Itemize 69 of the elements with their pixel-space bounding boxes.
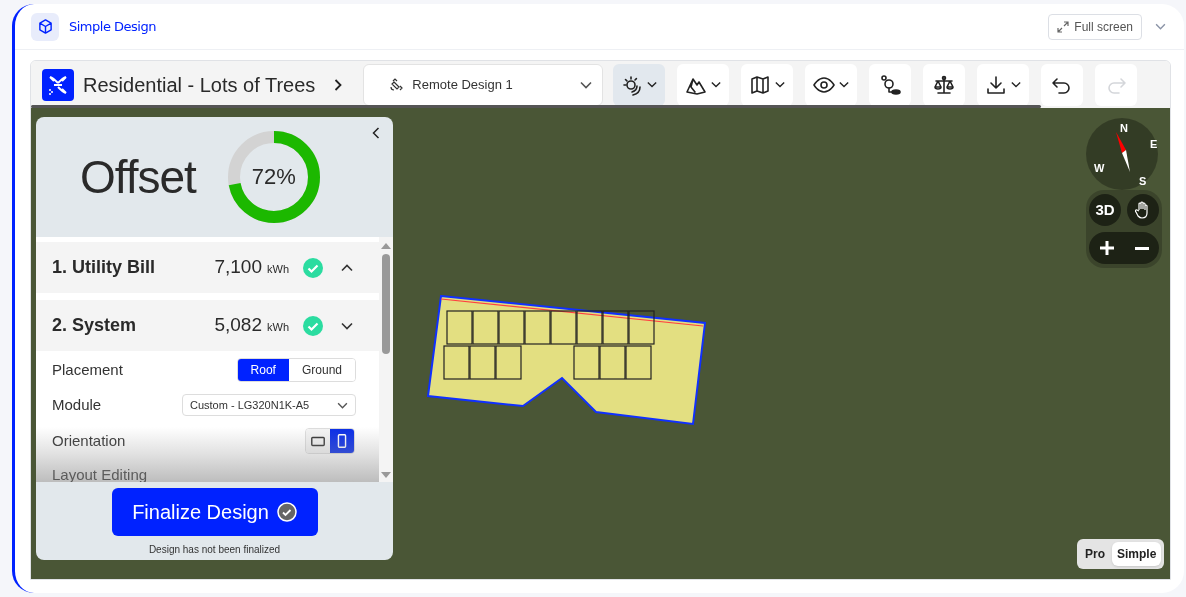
chevron-up-icon	[341, 263, 353, 272]
toolbar-button[interactable]	[923, 63, 966, 106]
module-select[interactable]: Custom - LG320N1K-A5	[182, 394, 356, 416]
sun-shade-icon	[621, 73, 644, 96]
toolbar-button[interactable]	[805, 63, 858, 106]
hand-icon	[1135, 201, 1151, 219]
finalize-status: Design has not been finalized	[148, 543, 281, 557]
check-circle-icon	[276, 502, 297, 522]
energy-value: 7,100	[214, 255, 262, 280]
download-icon	[985, 73, 1008, 96]
collapse-icon[interactable]	[372, 127, 380, 139]
field-label: Placement	[52, 359, 123, 380]
chevron-down-icon	[711, 81, 722, 88]
toolbar-button[interactable]	[613, 63, 666, 106]
design-name: Remote Design 1	[412, 75, 513, 94]
chevron-right-icon	[334, 78, 343, 91]
project-title: Residential - Lots of Trees	[83, 72, 316, 98]
expand-icon	[1057, 20, 1070, 33]
chevron-down-icon	[341, 321, 353, 330]
chevron-down-icon	[580, 80, 593, 89]
energy-value: 5,082	[214, 313, 262, 338]
map-icon	[749, 73, 772, 96]
mode-option[interactable]: Pro	[1080, 542, 1110, 566]
chevron-down-icon	[1011, 81, 1022, 88]
3d-view-button[interactable]: 3D	[1089, 194, 1121, 226]
cube-icon	[37, 19, 53, 34]
toolbar-button[interactable]	[869, 63, 912, 106]
orientation-option[interactable]	[330, 429, 354, 453]
segment-option[interactable]: Roof	[237, 359, 289, 381]
compass-needle-icon	[1115, 131, 1131, 173]
section-header[interactable]: 1. Utility Bill 7,100 kWh	[36, 242, 379, 293]
orientation-option[interactable]	[306, 429, 330, 453]
compass-label: S	[1139, 174, 1147, 189]
chevron-down-icon	[337, 401, 348, 409]
balance-scale-icon	[933, 73, 956, 96]
energy-unit: kWh	[267, 320, 289, 336]
compass-label: E	[1150, 137, 1158, 152]
compass-label: N	[1120, 121, 1128, 136]
section-title: 1. Utility Bill	[52, 256, 156, 279]
orientation-toggle[interactable]	[305, 428, 355, 454]
placement-toggle[interactable]: Roof Ground	[236, 358, 356, 382]
section-title: 2. System	[52, 314, 137, 337]
scrollbar[interactable]	[379, 237, 393, 482]
pan-hand-button[interactable]	[1127, 194, 1159, 226]
satellite-icon	[389, 77, 404, 92]
finalize-design-button[interactable]: Finalize Design	[111, 488, 318, 536]
section-header[interactable]: 2. System 5,082 kWh	[36, 300, 379, 351]
zoom-in-icon[interactable]	[1099, 241, 1114, 255]
toolbar-button[interactable]	[977, 63, 1030, 106]
app-title: Simple Design	[69, 17, 156, 36]
offset-percent: 72%	[251, 166, 296, 188]
compass[interactable]: N E W S	[1086, 118, 1158, 190]
chevron-down-icon	[1155, 23, 1166, 30]
toolbar-button[interactable]	[677, 63, 730, 106]
energy-unit: kWh	[267, 262, 289, 278]
toolbar-button[interactable]	[1041, 63, 1084, 106]
chevron-down-icon	[839, 81, 850, 88]
zoom-out-icon[interactable]	[1134, 246, 1149, 250]
mode-toggle[interactable]: Pro Simple	[1077, 539, 1165, 569]
design-select[interactable]: Remote Design 1	[363, 63, 604, 106]
full-screen-button[interactable]: Full screen	[1048, 13, 1142, 40]
offset-title: Offset	[80, 149, 196, 205]
field-label: Module	[52, 394, 102, 415]
field-label: Orientation	[52, 430, 126, 451]
compass-label: W	[1094, 161, 1105, 176]
chevron-down-icon	[775, 81, 786, 88]
chevron-down-icon	[647, 81, 658, 88]
mode-option[interactable]: Simple	[1112, 542, 1162, 566]
toolbar-button[interactable]	[741, 63, 794, 106]
